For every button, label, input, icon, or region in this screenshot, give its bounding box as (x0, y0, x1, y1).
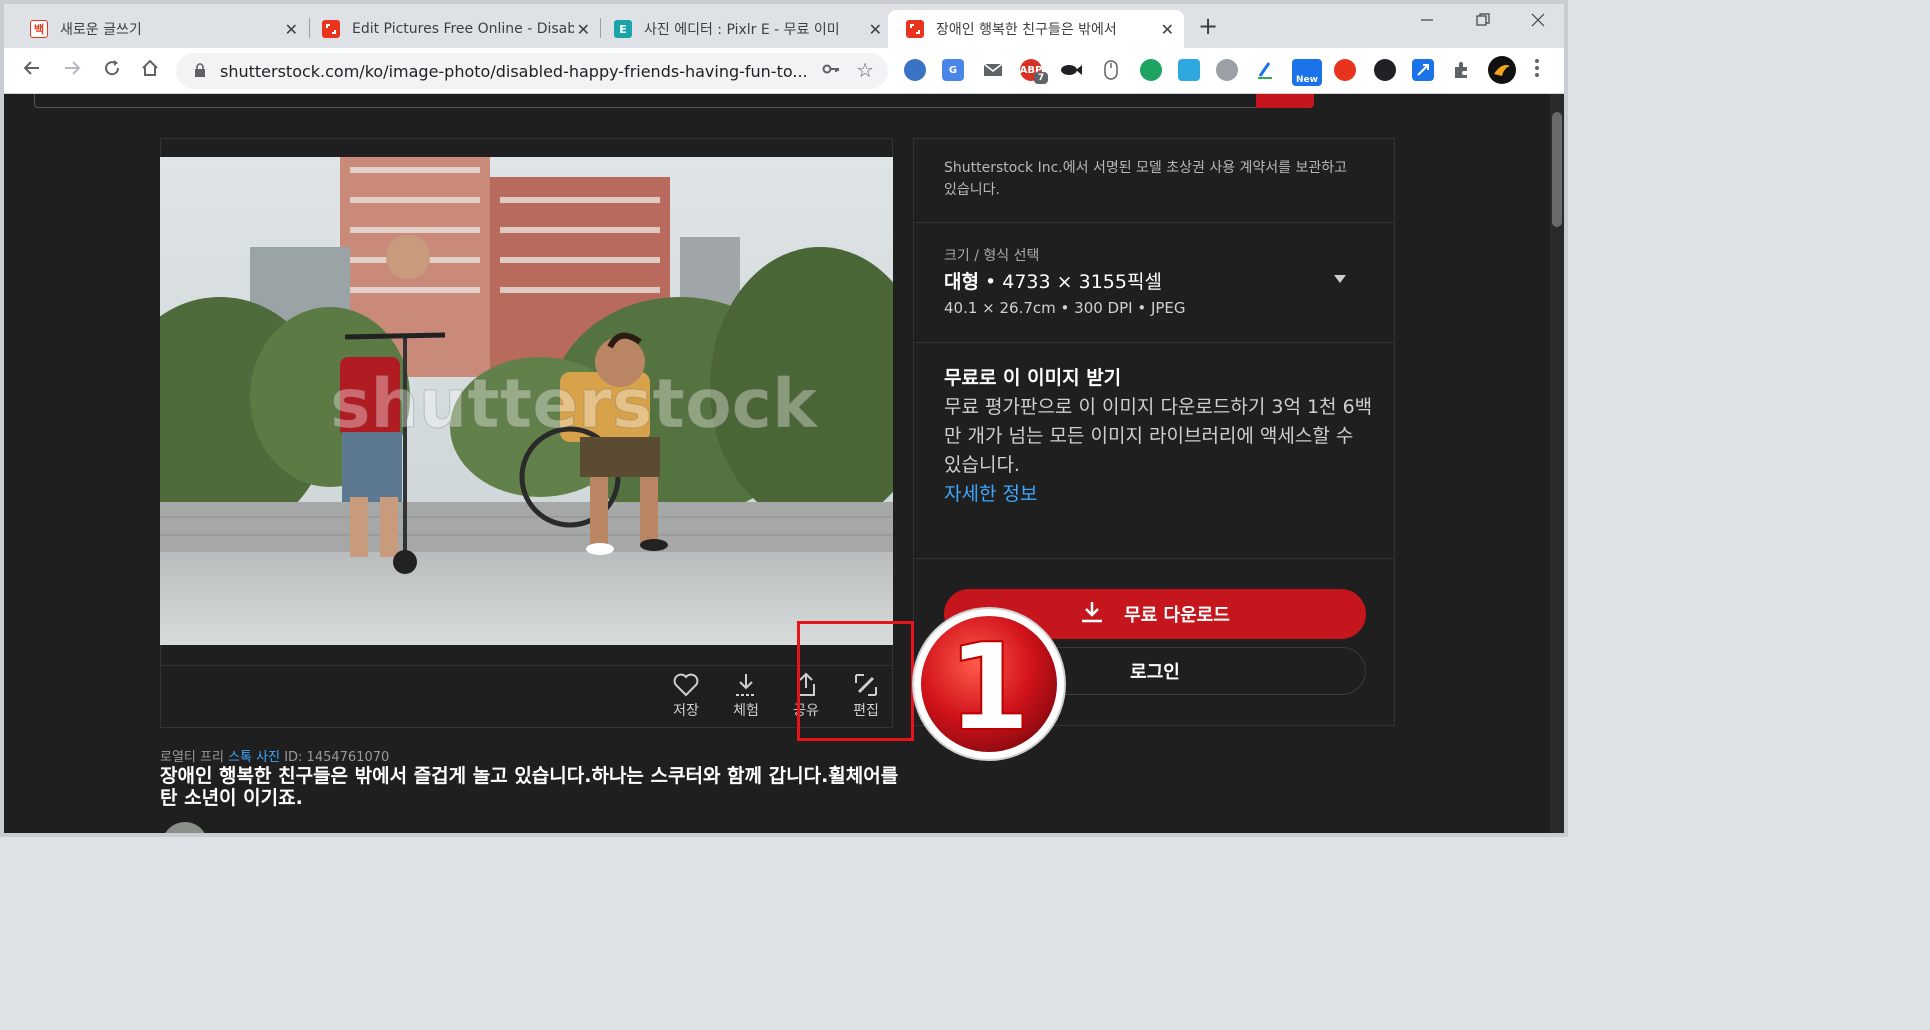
shutterstock-favicon-icon (322, 20, 340, 38)
lock-icon (195, 63, 205, 77)
size-selector[interactable]: 크기 / 형식 선택 대형 • 4733 × 3155픽셀 40.1 × 26.… (914, 223, 1394, 343)
try-label: 체험 (733, 703, 759, 719)
fish-extension-icon[interactable] (1060, 59, 1082, 81)
size-details: 40.1 × 26.7cm • 300 DPI • JPEG (944, 299, 1186, 317)
close-tab-icon[interactable]: ✕ (285, 20, 298, 39)
camera-extension-icon[interactable] (1178, 59, 1200, 81)
save-button[interactable]: 저장 (661, 670, 711, 720)
model-release-text: Shutterstock Inc.에서 서명된 모델 초상권 사용 계약서를 보… (944, 160, 1348, 198)
highlight-box (797, 621, 914, 741)
royalty-free-label: 로열티 프리 (160, 750, 229, 765)
spy-extension-icon[interactable] (1374, 59, 1396, 81)
contributor-avatar[interactable] (162, 822, 208, 833)
close-tab-icon[interactable]: ✕ (869, 20, 882, 39)
browser-menu-icon[interactable] (1534, 58, 1540, 83)
pen-extension-icon[interactable] (1254, 59, 1276, 81)
image-id: ID: 1454761070 (280, 750, 390, 765)
stock-photo[interactable]: shutterstock (160, 157, 893, 645)
tab-active-shutterstock[interactable]: 장애인 행복한 친구들은 밖에서 ✕ (888, 10, 1184, 48)
tab-pixlr[interactable]: E 사진 에디터 : Pixlr E - 무료 이미 ✕ (592, 10, 892, 48)
resize-extension-icon[interactable] (1412, 59, 1434, 81)
free-trial-section: 무료로 이 이미지 받기 무료 평가판으로 이 이미지 다운로드하기 3억 1천… (914, 343, 1394, 559)
step-number: 1 (947, 619, 1031, 758)
size-name: 대형 (944, 271, 979, 293)
search-input[interactable] (34, 94, 1260, 108)
reload-icon[interactable] (102, 58, 122, 83)
heart-icon (661, 670, 711, 700)
new-tab-button[interactable]: + (1198, 12, 1218, 40)
free-trial-text: 무료 평가판으로 이 이미지 다운로드하기 3억 1천 6백만 개가 넘는 모든… (944, 396, 1373, 476)
tab-edit-pictures[interactable]: Edit Pictures Free Online - Disab ✕ (300, 10, 600, 48)
image-actions-bar: 저장 체험 공유 편집 (160, 665, 893, 727)
browser-window: 백 새로운 글쓰기 ✕ Edit Pictures Free Online - … (0, 0, 1568, 837)
size-format-label: 크기 / 형식 선택 (944, 248, 1040, 264)
tab-title: 장애인 행복한 친구들은 밖에서 (936, 22, 1117, 38)
tab-strip: 백 새로운 글쓰기 ✕ Edit Pictures Free Online - … (4, 4, 1564, 48)
translate-extension-icon[interactable]: G (942, 59, 964, 81)
chevron-down-icon[interactable] (1334, 275, 1346, 283)
stock-photo-link[interactable]: 스톡 사진 (228, 750, 280, 765)
restore-icon[interactable] (1476, 12, 1490, 31)
model-release-section: Shutterstock Inc.에서 서명된 모델 초상권 사용 계약서를 보… (914, 139, 1394, 223)
tab-title: 사진 에디터 : Pixlr E - 무료 이미 (644, 22, 840, 38)
mouse-extension-icon[interactable] (1100, 59, 1122, 81)
key-icon[interactable] (822, 60, 840, 83)
save-label: 저장 (673, 703, 699, 719)
try-download-button[interactable]: 체험 (721, 670, 771, 720)
pixlr-favicon-icon: E (614, 20, 632, 38)
page-content: shutterstock 저장 체험 공유 편집 로열티 프리 스톡 사진 ID… (4, 94, 1564, 833)
minimize-icon[interactable] (1420, 12, 1434, 31)
profile-avatar[interactable] (1488, 56, 1516, 84)
photo-illustration: shutterstock (160, 157, 893, 645)
scrollbar[interactable] (1550, 94, 1564, 833)
free-download-label: 무료 다운로드 (1124, 605, 1230, 626)
green-extension-icon[interactable] (1140, 59, 1162, 81)
scrollbar-thumb[interactable] (1552, 112, 1562, 227)
tab-new-post[interactable]: 백 새로운 글쓰기 ✕ (8, 10, 308, 48)
address-bar[interactable]: shutterstock.com/ko/image-photo/disabled… (176, 53, 888, 89)
mail-extension-icon[interactable] (982, 59, 1004, 81)
watermark-text: shutterstock (330, 365, 819, 444)
size-summary: 대형 • 4733 × 3155픽셀 (944, 267, 1162, 294)
extensions-puzzle-icon[interactable] (1450, 59, 1472, 81)
image-meta: 로열티 프리 스톡 사진 ID: 1454761070 (160, 746, 389, 765)
download-icon (721, 670, 771, 700)
globe-extension-icon[interactable] (904, 59, 926, 81)
learn-more-link[interactable]: 자세한 정보 (944, 479, 1037, 506)
search-button[interactable] (1256, 94, 1314, 108)
image-title: 장애인 행복한 친구들은 밖에서 즐겁게 놀고 있습니다.하나는 스쿠터와 함께… (160, 765, 899, 809)
shutterstock-favicon-icon (906, 20, 924, 38)
forward-icon[interactable] (62, 58, 82, 83)
size-dimensions: • 4733 × 3155픽셀 (978, 271, 1162, 293)
red-refresh-extension-icon[interactable] (1334, 59, 1356, 81)
url-text[interactable]: shutterstock.com/ko/image-photo/disabled… (220, 62, 808, 81)
back-icon[interactable] (22, 58, 42, 83)
home-icon[interactable] (140, 58, 160, 83)
share-extension-icon[interactable] (1216, 59, 1238, 81)
adblock-count-badge: 7 (1034, 72, 1048, 84)
tab-title: Edit Pictures Free Online - Disab (352, 21, 574, 37)
browser-toolbar: shutterstock.com/ko/image-photo/disabled… (4, 48, 1564, 94)
close-window-icon[interactable] (1531, 12, 1545, 31)
free-trial-heading: 무료로 이 이미지 받기 (944, 367, 1122, 389)
download-icon (1080, 600, 1104, 629)
step-number-badge: 1 (912, 607, 1066, 761)
close-tab-icon[interactable]: ✕ (577, 20, 590, 39)
new-label: New (1292, 74, 1322, 86)
favicon-icon: 백 (30, 20, 48, 38)
bookmark-star-icon[interactable]: ☆ (856, 58, 874, 82)
tab-title: 새로운 글쓰기 (60, 22, 142, 38)
close-tab-icon[interactable]: ✕ (1161, 20, 1174, 39)
